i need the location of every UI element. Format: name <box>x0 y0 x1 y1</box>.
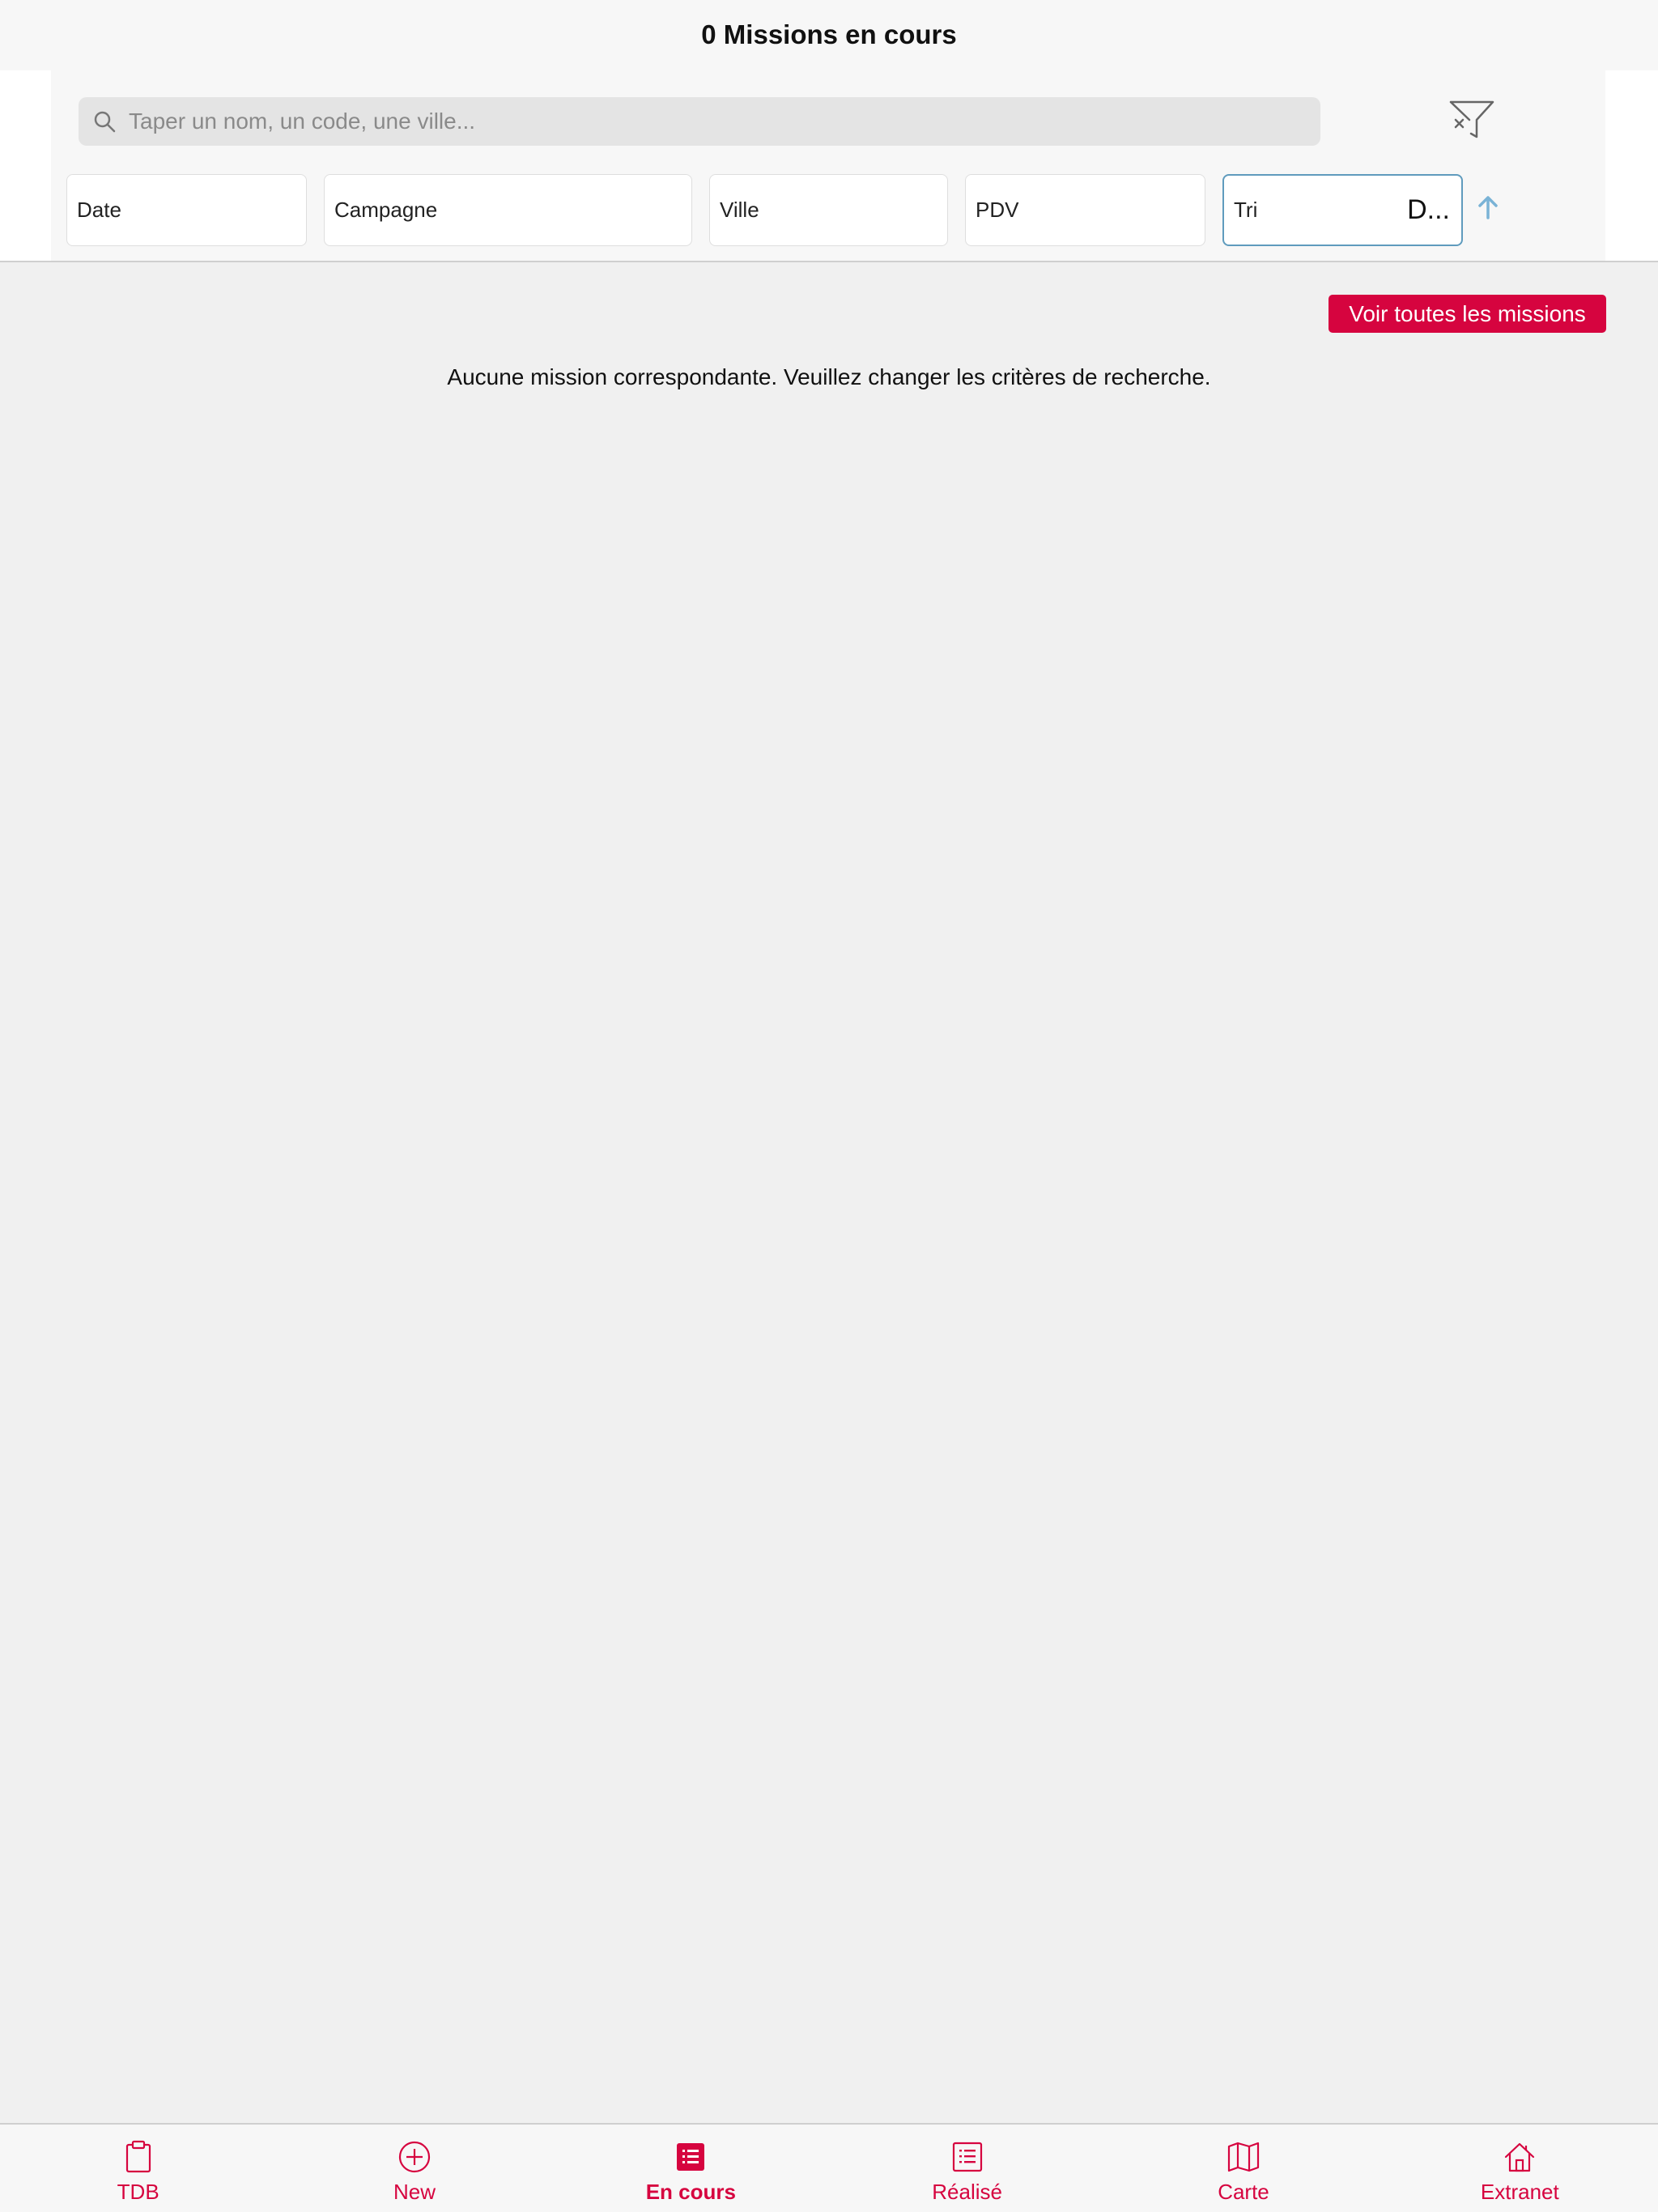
city-filter[interactable]: Ville <box>709 174 948 246</box>
list-filled-icon <box>673 2139 708 2175</box>
campaign-filter[interactable]: Campagne <box>324 174 692 246</box>
header-divider <box>0 261 1658 262</box>
tab-extranet[interactable]: Extranet <box>1382 2125 1658 2212</box>
tab-label: En cours <box>645 2180 736 2204</box>
tab-label: TDB <box>117 2180 159 2204</box>
plus-circle-icon <box>397 2139 432 2175</box>
tab-carte[interactable]: Carte <box>1105 2125 1381 2212</box>
sort-label: Tri <box>1234 198 1258 222</box>
empty-state-message: Aucune mission correspondante. Veuillez … <box>447 364 1211 389</box>
tab-bar: TDB New En cours Réalisé Carte Extranet <box>0 2123 1658 2212</box>
tab-label: New <box>393 2180 436 2204</box>
arrow-up-icon <box>1477 195 1499 223</box>
list-outline-icon <box>950 2139 985 2175</box>
map-icon <box>1226 2139 1261 2175</box>
tab-label: Réalisé <box>932 2180 1002 2204</box>
tab-new[interactable]: New <box>276 2125 552 2212</box>
sort-value: D... <box>1407 194 1450 225</box>
page-title: 0 Missions en cours <box>701 19 957 49</box>
date-filter-label: Date <box>77 198 121 222</box>
filter-clear-icon <box>1448 98 1495 146</box>
sort-select[interactable]: Tri D... <box>1222 174 1463 246</box>
filter-panel-margin-right <box>1605 70 1658 261</box>
pdv-filter[interactable]: PDV <box>965 174 1205 246</box>
city-filter-label: Ville <box>720 198 759 222</box>
tab-label: Carte <box>1218 2180 1269 2204</box>
clear-filters-button[interactable] <box>1447 96 1497 147</box>
search-input[interactable] <box>129 108 1262 134</box>
tab-en-cours[interactable]: En cours <box>553 2125 829 2212</box>
home-icon <box>1502 2139 1537 2175</box>
search-icon <box>92 109 117 134</box>
navigation-bar: 0 Missions en cours <box>0 0 1658 70</box>
see-all-missions-button[interactable]: Voir toutes les missions <box>1329 295 1606 333</box>
sort-direction-button[interactable] <box>1473 194 1503 223</box>
campaign-filter-label: Campagne <box>334 198 438 222</box>
tab-realise[interactable]: Réalisé <box>829 2125 1105 2212</box>
search-bar[interactable] <box>79 97 1320 146</box>
date-filter[interactable]: Date <box>66 174 307 246</box>
tab-tdb[interactable]: TDB <box>0 2125 276 2212</box>
filter-panel-margin-left <box>0 70 51 261</box>
clipboard-icon <box>121 2139 156 2175</box>
pdv-filter-label: PDV <box>976 198 1019 222</box>
tab-label: Extranet <box>1480 2180 1559 2204</box>
